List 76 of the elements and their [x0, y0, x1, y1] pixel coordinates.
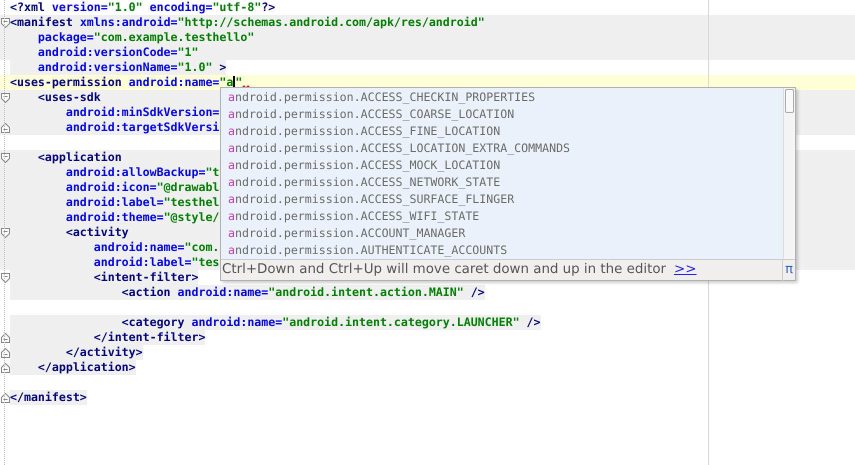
fold-icon[interactable] [0, 332, 10, 342]
more-link[interactable]: >> [674, 260, 696, 280]
code-token: "a [219, 75, 234, 90]
code-token: "utf-8" [212, 0, 262, 15]
code-token: android:label= [92, 255, 192, 270]
code-token: ?> [261, 0, 276, 15]
fold-icon[interactable] [0, 362, 10, 372]
code-token: android:versionCode= [36, 45, 178, 60]
code-token: <uses-sdk [36, 90, 101, 105]
code-token: "1" [178, 45, 198, 60]
fold-icon[interactable] [0, 18, 10, 28]
code-token: > [219, 60, 226, 75]
code-token: " [235, 75, 242, 90]
completion-item[interactable]: android.permission.ACCESS_SURFACE_FLINGER [221, 191, 783, 208]
fold-icon[interactable] [0, 272, 10, 282]
code-token: android:minSdkVersion= [64, 105, 220, 120]
code-token: "t [205, 165, 220, 180]
completion-item[interactable]: android.permission.ACCESS_LOCATION_EXTRA_COMMANDS [221, 140, 783, 157]
code-token: </application> [10, 360, 136, 375]
code-token: <category [10, 315, 192, 330]
fold-icon[interactable] [0, 392, 10, 402]
code-token: android:icon= [64, 180, 157, 195]
scroll-thumb[interactable] [785, 89, 794, 113]
code-token: android:name= [191, 315, 282, 330]
code-token: android:name= [92, 240, 185, 255]
code-token: android:allowBackup= [64, 165, 206, 180]
code-token: android:theme= [64, 210, 164, 225]
completion-item[interactable]: android.permission.ACCESS_COARSE_LOCATION [221, 106, 783, 123]
completion-item[interactable]: android.permission.ACCESS_NETWORK_STATE [221, 174, 783, 191]
hint-text: Ctrl+Down and Ctrl+Up will move caret down and up in the editor [221, 260, 666, 279]
code-token: encoding= [150, 0, 212, 15]
code-token: "com.example.testhello" [94, 30, 254, 45]
code-token: <intent-filter> [10, 270, 198, 285]
completion-item[interactable]: android.permission.ACCESS_WIFI_STATE [221, 208, 783, 225]
code-token: "tes [191, 255, 220, 270]
fold-icon[interactable] [0, 228, 10, 238]
fold-icon[interactable] [0, 122, 10, 132]
completion-item[interactable]: android.permission.ACCOUNT_MANAGER [221, 225, 783, 242]
code-token: </intent-filter> [10, 330, 206, 345]
code-token: android:name= [128, 75, 220, 90]
code-token: "android.intent.action.MAIN" [268, 285, 471, 300]
fold-icon[interactable] [0, 152, 10, 162]
code-token: android:label= [64, 195, 164, 210]
pi-button[interactable]: π [782, 260, 795, 280]
completion-item[interactable]: android.permission.ACCESS_CHECKIN_PROPERTIES [221, 89, 783, 106]
completion-item[interactable]: android.permission.ACCESS_FINE_LOCATION [221, 123, 783, 140]
code-token: /> [526, 315, 541, 330]
code-token: "1.0" [178, 60, 220, 75]
code-token: <action [10, 285, 178, 300]
code-token: <uses-permission [10, 75, 123, 90]
code-token: android:targetSdkVersi [64, 120, 220, 135]
code-token: "@drawabl [156, 180, 220, 195]
code-token: package= [36, 30, 94, 45]
scrollbar[interactable] [783, 88, 795, 259]
code-token: <application [36, 150, 122, 165]
code-token: <manifest [10, 15, 74, 30]
code-token: "testhel [164, 195, 220, 210]
code-token: version= [52, 0, 108, 15]
code-token: /> [470, 285, 485, 300]
code-token: xmlns:android= [80, 15, 178, 30]
error-squiggle-icon [242, 85, 250, 89]
code-token: android:versionName= [10, 60, 178, 75]
code-token: "android.intent.category.LAUNCHER" [282, 315, 527, 330]
completion-item[interactable]: android.permission.AUTHENTICATE_ACCOUNTS [221, 242, 783, 259]
code-token: </manifest> [10, 390, 87, 405]
code-token: <?xml [10, 0, 46, 15]
code-token: android:name= [178, 285, 268, 300]
fold-icon[interactable] [0, 348, 10, 358]
code-token: "http://schemas.android.com/apk/res/android" [178, 15, 485, 30]
code-token: "@style/ [164, 210, 220, 225]
code-token: </activity> [10, 345, 143, 360]
completion-item[interactable]: android.permission.ACCESS_MOCK_LOCATION [221, 157, 783, 174]
fold-icon[interactable] [0, 92, 10, 102]
code-token: "com. [184, 240, 220, 255]
code-token: <activity [64, 225, 129, 240]
code-token: "1.0" [108, 0, 144, 15]
